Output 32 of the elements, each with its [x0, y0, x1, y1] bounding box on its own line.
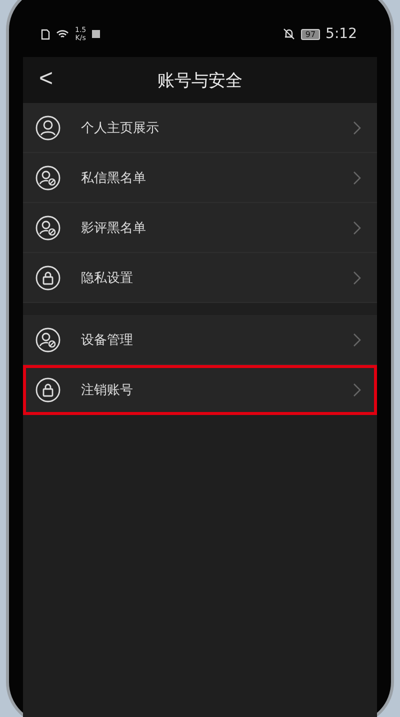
sim-card-icon: [41, 28, 50, 40]
chevron-right-icon: [353, 382, 361, 396]
row-label: 隐私设置: [81, 270, 134, 286]
person-icon: [35, 114, 61, 140]
settings-row[interactable]: 影评黑名单: [23, 203, 377, 253]
settings-row[interactable]: 注销账号: [23, 365, 377, 415]
person-blocked-icon: [35, 326, 61, 352]
settings-row[interactable]: 个人主页展示: [23, 103, 377, 153]
settings-row[interactable]: 私信黑名单: [23, 153, 377, 203]
back-button[interactable]: <: [33, 65, 60, 93]
chevron-right-icon: [353, 120, 361, 134]
settings-row[interactable]: 设备管理: [23, 315, 377, 365]
clock: 5:12: [326, 26, 357, 42]
settings-row[interactable]: 隐私设置: [23, 253, 377, 303]
lock-icon: [35, 376, 61, 402]
lock-icon: [35, 264, 61, 290]
row-label: 注销账号: [81, 382, 134, 398]
page-title: 账号与安全: [158, 70, 242, 92]
row-label: 设备管理: [81, 332, 134, 348]
row-label: 私信黑名单: [81, 170, 147, 186]
row-label: 影评黑名单: [81, 220, 147, 236]
chevron-right-icon: [353, 332, 361, 346]
person-blocked-icon: [35, 214, 61, 240]
battery-level: 97: [301, 28, 320, 40]
person-blocked-icon: [35, 164, 61, 190]
wifi-icon: [56, 29, 69, 39]
chevron-right-icon: [353, 170, 361, 184]
chevron-right-icon: [353, 270, 361, 284]
row-label: 个人主页展示: [81, 120, 160, 136]
notification-icon: [92, 30, 100, 38]
chevron-right-icon: [353, 220, 361, 234]
muted-bell-icon: [283, 28, 296, 40]
